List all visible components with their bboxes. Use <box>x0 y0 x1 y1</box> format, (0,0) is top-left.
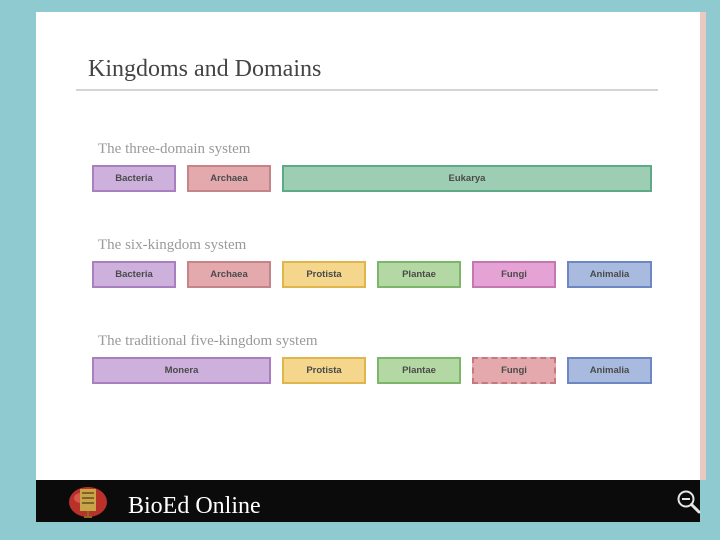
box-plantae: Plantae <box>377 261 461 288</box>
box-protista: Protista <box>282 357 366 384</box>
section-label-five-kingdom: The traditional five-kingdom system <box>98 333 318 349</box>
brand-name: BioEd Online <box>128 493 261 519</box>
slide-edge-border <box>700 12 706 480</box>
title-divider <box>76 89 658 91</box>
section-label-three-domain: The three-domain system <box>98 141 251 157</box>
zoom-out-icon[interactable] <box>676 489 702 515</box>
box-animalia: Animalia <box>567 357 652 384</box>
box-fungi: Fungi <box>472 261 556 288</box>
box-bacteria: Bacteria <box>92 261 176 288</box>
footer-bar: BioEd Online <box>36 480 702 522</box>
box-bacteria: Bacteria <box>92 165 176 192</box>
box-fungi: Fungi <box>472 357 556 384</box>
section-label-six-kingdom: The six-kingdom system <box>98 237 247 253</box>
box-eukarya: Eukarya <box>282 165 652 192</box>
box-archaea: Archaea <box>187 165 271 192</box>
box-animalia: Animalia <box>567 261 652 288</box>
bioed-logo-icon <box>69 487 107 518</box>
box-plantae: Plantae <box>377 357 461 384</box>
slide: Kingdoms and Domains The three-domain sy… <box>36 12 700 480</box>
box-monera: Monera <box>92 357 271 384</box>
slide-title: Kingdoms and Domains <box>88 56 322 82</box>
box-protista: Protista <box>282 261 366 288</box>
box-archaea: Archaea <box>187 261 271 288</box>
